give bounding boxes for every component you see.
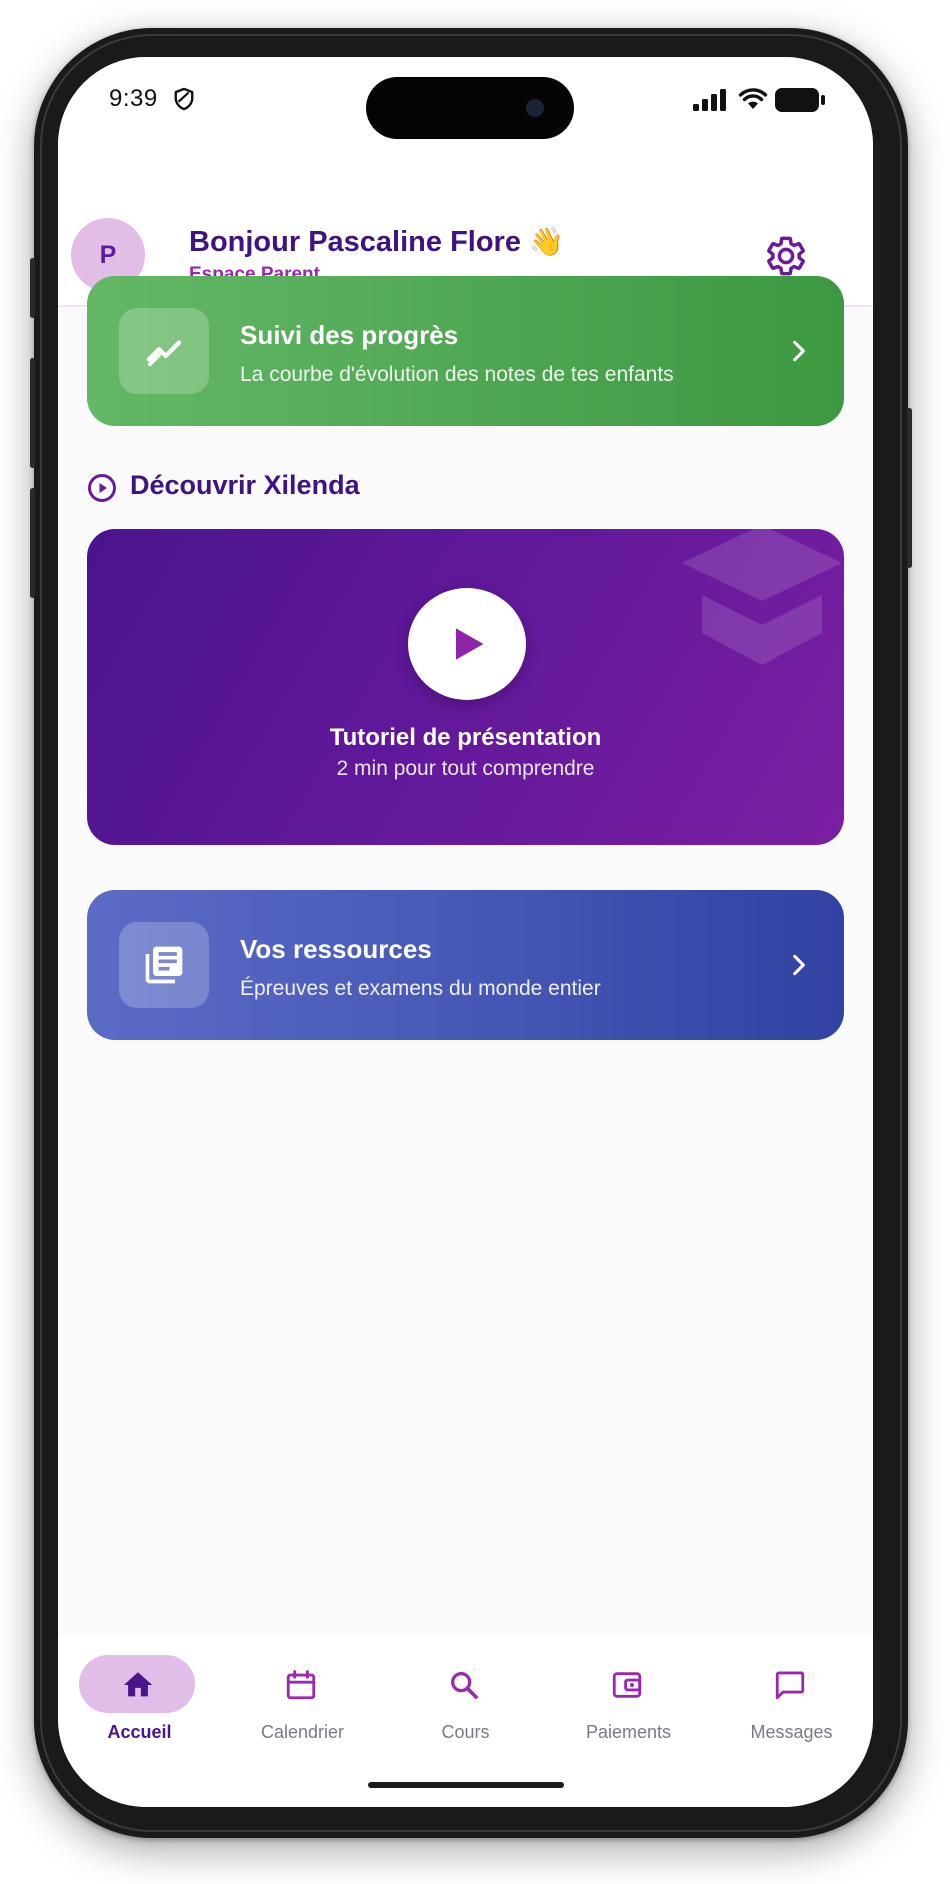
camera-dot [526,99,544,117]
play-icon [456,628,484,660]
nav-label-paiements: Paiements [585,1722,672,1742]
nav-item-paiements[interactable]: Paiements [547,1635,710,1755]
search-icon [451,1672,478,1699]
progress-card-subtitle: La courbe d'évolution des notes de tes e… [240,363,674,386]
power-button [907,408,912,568]
section-title: Découvrir Xilenda [130,470,360,500]
chat-icon [775,1671,805,1700]
trending-up-icon [146,340,182,367]
video-subtitle: 2 min pour tout comprendre [336,757,595,780]
calendar-icon [286,1670,316,1700]
gear-icon[interactable] [764,234,808,278]
progress-card-title: Suivi des progrès [240,320,459,350]
nav-item-calendrier[interactable]: Calendrier [221,1635,384,1755]
library-books-icon [145,946,183,984]
chevron-right-icon [793,340,805,362]
nav-item-cours[interactable]: Cours [384,1635,547,1755]
wave-emoji: 👋 [529,226,564,257]
nav-label-calendrier: Calendrier [260,1722,345,1742]
home-icon [123,1672,153,1697]
nav-label-cours: Cours [441,1722,490,1742]
progress-icon-box [119,308,209,394]
volume-down-button [30,488,35,598]
resources-card-subtitle: Épreuves et examens du monde entier [240,977,601,1000]
home-indicator[interactable] [368,1782,564,1788]
wallet-icon [612,1672,642,1698]
shield-icon [174,87,194,111]
battery-icon [775,88,825,112]
tutorial-video-card[interactable]: Tutoriel de présentation 2 min pour tout… [87,529,844,845]
resources-card[interactable]: Vos ressources Épreuves et examens du mo… [87,890,844,1040]
app-screen: 9:39 P Bonjour Pascaline Flore 👋 Espace … [58,57,873,1807]
wifi-icon [738,88,768,109]
status-time: 9:39 [109,85,158,112]
video-title: Tutoriel de présentation [329,724,602,751]
greeting-title: Bonjour Pascaline Flore 👋 [189,225,564,259]
progress-tracking-card[interactable]: Suivi des progrès La courbe d'évolution … [87,276,844,426]
nav-item-messages[interactable]: Messages [710,1635,873,1755]
resources-card-title: Vos ressources [240,934,432,964]
dynamic-island [366,77,574,139]
chevron-right-icon [793,954,805,976]
volume-up-button [30,358,35,468]
resources-icon-box [119,922,209,1008]
nav-label-messages: Messages [750,1722,833,1742]
mute-switch [30,258,35,318]
nav-item-accueil[interactable]: Accueil [58,1635,221,1755]
play-button[interactable] [408,588,526,700]
graduation-cap-icon [682,529,842,665]
play-circle-icon [88,474,116,502]
status-bar: 9:39 [58,57,873,147]
nav-label-accueil: Accueil [107,1722,172,1742]
signal-icon [693,89,726,111]
greeting-text: Bonjour Pascaline Flore [189,226,521,258]
